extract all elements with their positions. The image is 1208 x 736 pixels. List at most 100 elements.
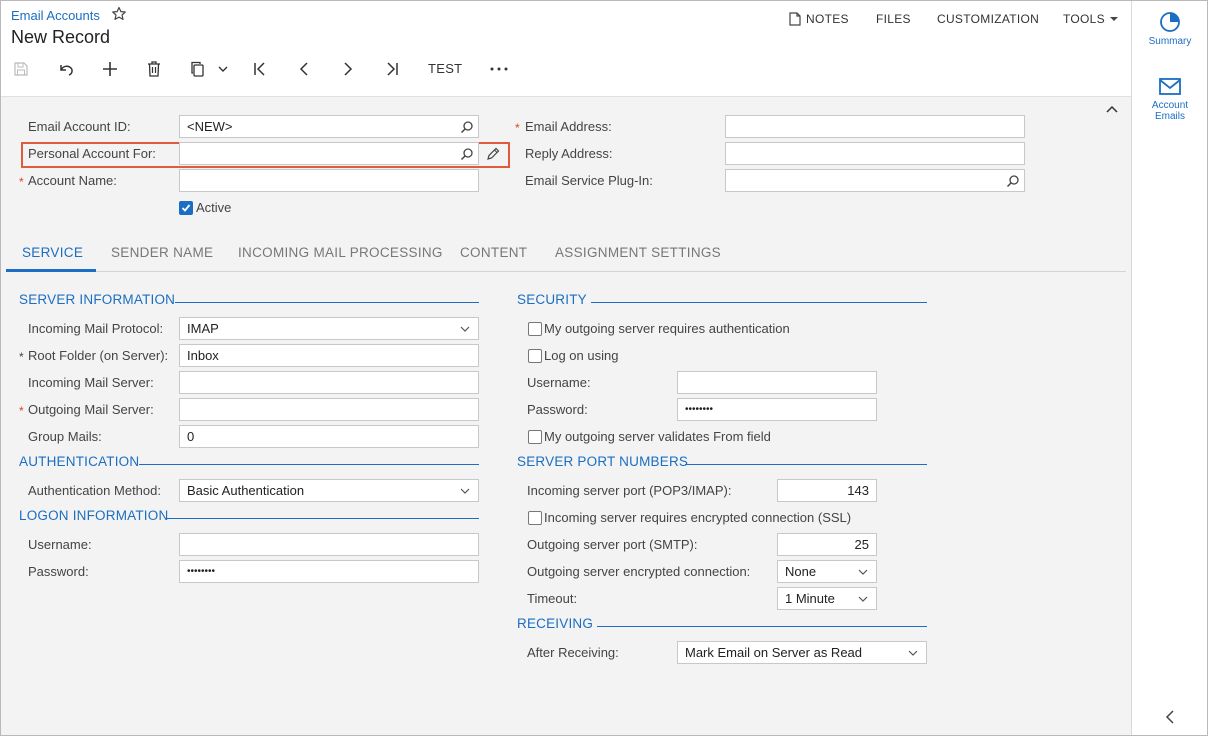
tab-service[interactable]: SERVICE bbox=[22, 245, 83, 260]
form-area: Email Account ID: <NEW> Personal Account… bbox=[1, 96, 1131, 735]
incoming-ssl-checkbox[interactable] bbox=[528, 511, 542, 525]
tools-dropdown-icon[interactable] bbox=[1110, 16, 1118, 22]
logon-username-field[interactable] bbox=[179, 533, 479, 556]
star-icon[interactable] bbox=[111, 6, 127, 22]
add-icon[interactable] bbox=[100, 59, 120, 79]
email-service-plugin-field[interactable] bbox=[725, 169, 1025, 192]
logon-information-title: LOGON INFORMATION bbox=[19, 508, 169, 523]
authentication-title: AUTHENTICATION bbox=[19, 454, 140, 469]
logon-password-field[interactable]: •••••••• bbox=[179, 560, 479, 583]
email-address-label: Email Address: bbox=[525, 119, 612, 134]
tab-assignment-settings[interactable]: ASSIGNMENT SETTINGS bbox=[555, 245, 721, 260]
page-title: New Record bbox=[11, 27, 111, 47]
side-panel: Summary Account Emails bbox=[1131, 1, 1207, 735]
undo-icon[interactable] bbox=[56, 59, 76, 79]
section-divider bbox=[597, 626, 927, 627]
save-icon[interactable] bbox=[11, 59, 31, 79]
incoming-mail-protocol-select[interactable]: IMAP bbox=[179, 317, 479, 340]
search-icon[interactable] bbox=[460, 147, 474, 161]
outgoing-port-value: 25 bbox=[854, 537, 869, 552]
search-icon[interactable] bbox=[460, 120, 474, 134]
email-address-field[interactable] bbox=[725, 115, 1025, 138]
security-password-label: Password: bbox=[527, 402, 588, 417]
tab-sender-name[interactable]: SENDER NAME bbox=[111, 245, 213, 260]
authentication-method-value: Basic Authentication bbox=[187, 483, 305, 498]
outgoing-encrypted-label: Outgoing server encrypted connection: bbox=[527, 564, 751, 579]
timeout-select[interactable]: 1 Minute bbox=[777, 587, 877, 610]
outgoing-mail-server-label: Outgoing Mail Server: bbox=[28, 402, 154, 417]
log-on-using-label: Log on using bbox=[544, 348, 619, 363]
incoming-mail-protocol-value: IMAP bbox=[187, 321, 219, 336]
account-name-field[interactable] bbox=[179, 169, 479, 192]
after-receiving-select[interactable]: Mark Email on Server as Read bbox=[677, 641, 927, 664]
customization-button[interactable]: CUSTOMIZATION bbox=[937, 12, 1039, 26]
incoming-port-value: 143 bbox=[847, 483, 869, 498]
breadcrumb[interactable]: Email Accounts bbox=[11, 8, 100, 23]
envelope-icon bbox=[1159, 78, 1181, 95]
group-mails-field[interactable]: 0 bbox=[179, 425, 479, 448]
logon-username-label: Username: bbox=[28, 537, 92, 552]
outgoing-encrypted-select[interactable]: None bbox=[777, 560, 877, 583]
tab-incoming-mail-processing[interactable]: INCOMING MAIL PROCESSING bbox=[238, 245, 443, 260]
next-record-icon[interactable] bbox=[338, 59, 358, 79]
section-divider bbox=[175, 302, 479, 303]
more-icon[interactable] bbox=[489, 59, 509, 79]
first-record-icon[interactable] bbox=[250, 59, 270, 79]
copy-paste-dropdown-icon[interactable] bbox=[213, 59, 233, 79]
timeout-value: 1 Minute bbox=[785, 591, 835, 606]
account-emails-button[interactable]: Account Emails bbox=[1132, 77, 1208, 122]
files-button[interactable]: FILES bbox=[876, 12, 911, 26]
incoming-port-field[interactable]: 143 bbox=[777, 479, 877, 502]
outgoing-requires-auth-label: My outgoing server requires authenticati… bbox=[544, 321, 790, 336]
email-account-id-label: Email Account ID: bbox=[28, 119, 131, 134]
outgoing-requires-auth-checkbox[interactable] bbox=[528, 322, 542, 336]
tools-button[interactable]: TOOLS bbox=[1063, 12, 1105, 26]
security-username-field[interactable] bbox=[677, 371, 877, 394]
security-title: SECURITY bbox=[517, 292, 587, 307]
root-folder-value: Inbox bbox=[187, 348, 219, 363]
summary-button[interactable]: Summary bbox=[1132, 11, 1208, 47]
required-mark: * bbox=[19, 175, 24, 189]
test-button[interactable]: TEST bbox=[428, 61, 462, 76]
after-receiving-value: Mark Email on Server as Read bbox=[685, 645, 863, 660]
chevron-left-icon[interactable] bbox=[1165, 710, 1175, 724]
notes-icon bbox=[789, 12, 801, 26]
security-password-field[interactable]: •••••••• bbox=[677, 398, 877, 421]
incoming-mail-server-field[interactable] bbox=[179, 371, 479, 394]
section-divider bbox=[685, 464, 927, 465]
account-name-label: Account Name: bbox=[28, 173, 117, 188]
receiving-title: RECEIVING bbox=[517, 616, 594, 631]
after-receiving-label: After Receiving: bbox=[527, 645, 619, 660]
reply-address-field[interactable] bbox=[725, 142, 1025, 165]
personal-account-for-field[interactable] bbox=[179, 142, 479, 165]
personal-account-for-label: Personal Account For: bbox=[28, 146, 156, 161]
checkmark-icon bbox=[181, 204, 191, 212]
previous-record-icon[interactable] bbox=[294, 59, 314, 79]
root-folder-field[interactable]: Inbox bbox=[179, 344, 479, 367]
active-checkbox[interactable] bbox=[179, 201, 193, 215]
collapse-icon[interactable] bbox=[1106, 105, 1118, 113]
log-on-using-checkbox[interactable] bbox=[528, 349, 542, 363]
incoming-mail-protocol-label: Incoming Mail Protocol: bbox=[28, 321, 164, 336]
copy-paste-icon[interactable] bbox=[188, 59, 208, 79]
notes-button[interactable]: NOTES bbox=[806, 12, 849, 26]
section-divider bbox=[167, 518, 479, 519]
tab-bar: SERVICE SENDER NAME INCOMING MAIL PROCES… bbox=[6, 239, 1126, 272]
validates-from-checkbox[interactable] bbox=[528, 430, 542, 444]
summary-label: Summary bbox=[1148, 36, 1192, 47]
outgoing-port-field[interactable]: 25 bbox=[777, 533, 877, 556]
delete-icon[interactable] bbox=[144, 59, 164, 79]
search-icon[interactable] bbox=[1006, 174, 1020, 188]
validates-from-label: My outgoing server validates From field bbox=[544, 429, 771, 444]
last-record-icon[interactable] bbox=[382, 59, 402, 79]
authentication-method-select[interactable]: Basic Authentication bbox=[179, 479, 479, 502]
group-mails-value: 0 bbox=[187, 429, 195, 444]
reply-address-label: Reply Address: bbox=[525, 146, 613, 161]
edit-pencil-icon[interactable] bbox=[486, 147, 500, 161]
security-password-value: •••••••• bbox=[685, 404, 714, 415]
outgoing-mail-server-field[interactable] bbox=[179, 398, 479, 421]
incoming-ssl-label: Incoming server requires encrypted conne… bbox=[544, 510, 852, 525]
logon-password-label: Password: bbox=[28, 564, 89, 579]
email-account-id-field[interactable]: <NEW> bbox=[179, 115, 479, 138]
tab-content[interactable]: CONTENT bbox=[460, 245, 527, 260]
